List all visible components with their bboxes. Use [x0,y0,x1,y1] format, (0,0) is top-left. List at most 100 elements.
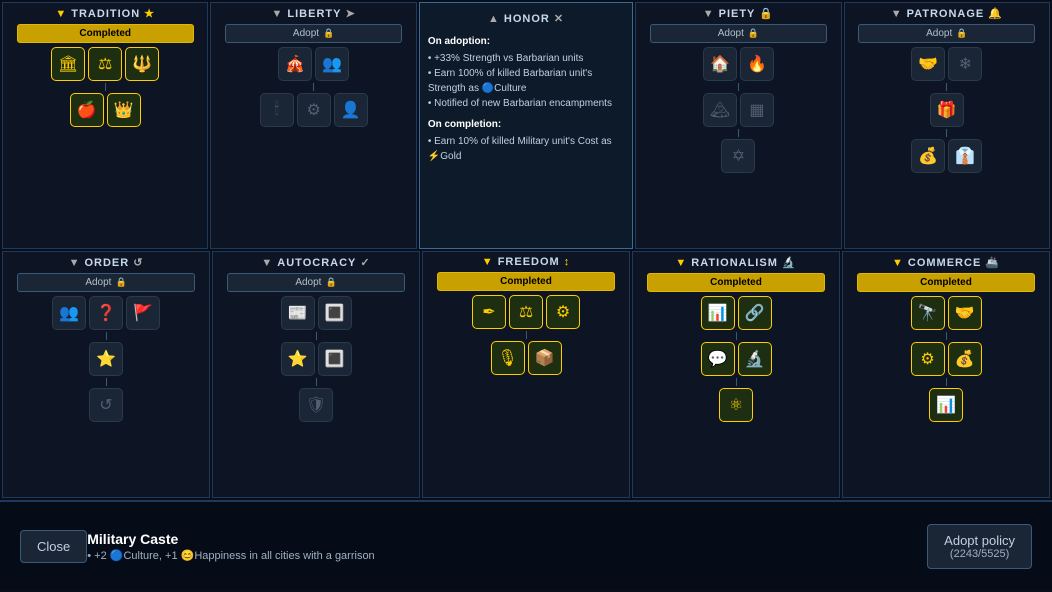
adoption-item-1: +33% Strength vs Barbarian units [428,51,624,66]
liberty-row1: 🎪 👥 [278,47,349,81]
honor-header: ▲ HONOR ✕ [428,11,624,28]
order-adopt-btn[interactable]: Adopt 🔒 [17,273,195,292]
order-connector1 [106,332,107,340]
completion-item-1: Earn 10% of killed Military unit's Cost … [428,134,624,164]
rationalism-row1: 📊 🔗 [701,296,772,330]
autocracy-icon-star[interactable]: ⭐ [281,342,315,376]
order-title: ORDER [84,257,129,269]
autocracy-row1: 📰 🔳 [281,296,352,330]
order-row2: ⭐ [89,342,123,376]
freedom-icon-gear[interactable]: ⚙ [546,295,580,329]
piety-connector [738,83,739,91]
tradition-icon-apple[interactable]: 🍎 [70,93,104,127]
commerce-icon-handshake[interactable]: 🤝 [948,296,982,330]
tree-tradition-header: ▼ TRADITION ★ [7,7,203,20]
tree-rationalism-header: ▼ RATIONALISM 🔬 [637,256,835,269]
autocracy-icon-block2[interactable]: 🔳 [318,342,352,376]
piety-icon-star[interactable]: ✡ [721,139,755,173]
adopt-policy-label: Adopt policy [944,533,1015,548]
freedom-icon-box[interactable]: 📦 [528,341,562,375]
order-recycle: ↺ [133,256,143,269]
tradition-icon-shield[interactable]: 🔱 [125,47,159,81]
tradition-icon-scale[interactable]: ⚖ [88,47,122,81]
freedom-icon-scale[interactable]: ⚖ [509,295,543,329]
liberty-icon-person[interactable]: 👤 [334,93,368,127]
rationalism-icon-network[interactable]: 🔗 [738,296,772,330]
order-icon-recycle[interactable]: ↺ [89,388,123,422]
liberty-icon-arch[interactable]: 🎪 [278,47,312,81]
order-icon-info[interactable]: ❓ [89,296,123,330]
patronage-icon-handshake[interactable]: 🤝 [911,47,945,81]
tree-patronage-header: ▼ PATRONAGE 🔔 [849,7,1045,20]
tradition-icon-monument[interactable]: 🏛 [51,47,85,81]
patronage-icon-coin[interactable]: 💰 [911,139,945,173]
patronage-lock-icon: 🔒 [956,28,967,39]
piety-icon-grid[interactable]: ▦ [740,93,774,127]
piety-icon-fire[interactable]: 🔥 [740,47,774,81]
trees-row-2: ▼ ORDER ↺ Adopt 🔒 👥 ❓ 🚩 ⭐ [2,251,1050,498]
commerce-status[interactable]: Completed [857,273,1035,292]
liberty-title: LIBERTY [287,8,341,20]
autocracy-adopt-btn[interactable]: Adopt 🔒 [227,273,405,292]
patronage-adopt-btn[interactable]: Adopt 🔒 [858,24,1035,43]
rationalism-icon-flask[interactable]: 🔬 [738,342,772,376]
order-icon-flag[interactable]: 🚩 [126,296,160,330]
freedom-arrow: ▼ [482,256,494,268]
liberty-icon-gear[interactable]: ⚙ [297,93,331,127]
rationalism-icon-chart[interactable]: 📊 [701,296,735,330]
autocracy-icon-block[interactable]: 🔳 [318,296,352,330]
rationalism-icon-speech[interactable]: 💬 [701,342,735,376]
liberty-icon-people[interactable]: 👥 [315,47,349,81]
commerce-icon-gear[interactable]: ⚙ [911,342,945,376]
patronage-icon-gift[interactable]: 🎁 [930,93,964,127]
liberty-adopt-btn[interactable]: Adopt 🔒 [225,24,402,43]
adopt-policy-cost: (2243/5525) [944,548,1015,560]
tree-liberty: ▼ LIBERTY ➤ Adopt 🔒 🎪 👥 🕯 ⚙ 👤 [210,2,416,249]
freedom-connector [526,331,527,339]
autocracy-icon-newspaper[interactable]: 📰 [281,296,315,330]
commerce-icon-piechart[interactable]: 📊 [929,388,963,422]
honor-title: HONOR [504,11,550,28]
close-button[interactable]: Close [20,530,87,563]
honor-x: ✕ [554,11,564,28]
autocracy-connector2 [316,378,317,386]
liberty-body: 🎪 👥 🕯 ⚙ 👤 [215,47,411,127]
order-icon-star[interactable]: ⭐ [89,342,123,376]
rationalism-flask: 🔬 [782,256,797,269]
piety-icon-temple[interactable]: 🏠 [703,47,737,81]
honor-arrow-up: ▲ [488,11,500,28]
patronage-icon-snowflake[interactable]: ❄ [948,47,982,81]
freedom-row2: 🎙 📦 [491,341,562,375]
commerce-icon-coin[interactable]: 💰 [948,342,982,376]
piety-row3: ✡ [721,139,755,173]
order-icon-worker[interactable]: 👥 [52,296,86,330]
autocracy-icon-shield[interactable]: 🛡 [299,388,333,422]
rationalism-connector2 [736,378,737,386]
autocracy-body: 📰 🔳 ⭐ 🔳 🛡 [217,296,415,422]
tradition-icon-crown[interactable]: 👑 [107,93,141,127]
patronage-row1: 🤝 ❄ [911,47,982,81]
liberty-icon-torch[interactable]: 🕯 [260,93,294,127]
rationalism-icon-atom[interactable]: ⚛ [719,388,753,422]
freedom-icon-mic[interactable]: 🎙 [491,341,525,375]
commerce-icon-telescope[interactable]: 🔭 [911,296,945,330]
patronage-icon-suit[interactable]: 👔 [948,139,982,173]
rationalism-status[interactable]: Completed [647,273,825,292]
tree-tradition: ▼ TRADITION ★ Completed 🏛 ⚖ 🔱 🍎 👑 [2,2,208,249]
piety-arrow: ▼ [703,8,715,20]
freedom-status[interactable]: Completed [437,272,615,291]
tradition-status[interactable]: Completed [17,24,194,43]
piety-icon-mountain[interactable]: 🏔 [703,93,737,127]
freedom-row1: ✒ ⚖ ⚙ [472,295,580,329]
piety-row1: 🏠 🔥 [703,47,774,81]
patronage-title: PATRONAGE [907,8,985,20]
commerce-ship: 🚢 [985,256,1000,269]
adopt-policy-button[interactable]: Adopt policy (2243/5525) [927,524,1032,569]
order-lock-icon: 🔒 [115,277,126,288]
piety-adopt-btn[interactable]: Adopt 🔒 [650,24,827,43]
adoption-title: On adoption: [428,34,624,49]
adoption-item-2: Earn 100% of killed Barbarian unit's Str… [428,66,624,96]
freedom-icon-pen[interactable]: ✒ [472,295,506,329]
order-row1: 👥 ❓ 🚩 [52,296,160,330]
commerce-row3: 📊 [929,388,963,422]
